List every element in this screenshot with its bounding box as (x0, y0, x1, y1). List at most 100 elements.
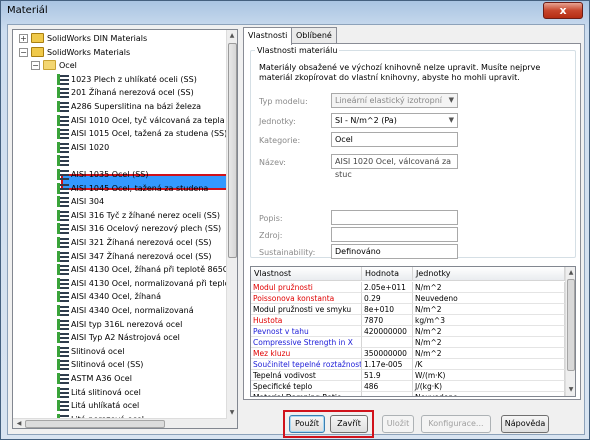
tree-vertical-scrollbar[interactable]: ▲ ▼ (226, 30, 237, 428)
source-label: Zdroj: (259, 231, 283, 240)
cell-unit: Neuvedeno (413, 392, 565, 396)
cell-value: 350000000 (362, 348, 413, 359)
category-field[interactable]: Ocel (331, 132, 458, 147)
table-scroll-up-icon[interactable]: ▲ (566, 267, 575, 278)
table-row[interactable]: Součinitel tepelné roztažnosti 1.17e-005/… (251, 359, 565, 370)
name-label: Název: (259, 158, 286, 167)
material-icon (57, 223, 69, 235)
library-icon (31, 46, 44, 57)
apply-button[interactable]: Použít (289, 415, 325, 433)
group-title: Vlastnosti materiálu (255, 46, 340, 55)
table-row[interactable]: Poissonova konstanta 0.29 Neuvedeno (251, 293, 565, 304)
material-icon (57, 291, 69, 303)
collapse-icon[interactable]: − (31, 61, 40, 71)
dropdown-arrow-icon: ▼ (448, 116, 454, 124)
scroll-up-arrow-icon[interactable]: ▲ (227, 30, 237, 41)
expand-icon[interactable]: + (19, 34, 28, 43)
source-field[interactable] (331, 227, 458, 242)
scroll-down-arrow-icon[interactable]: ▼ (227, 407, 237, 418)
help-button[interactable]: Nápověda (501, 415, 549, 433)
material-icon (57, 345, 69, 357)
tree-horizontal-scrollbar[interactable]: ◀ (13, 418, 227, 428)
tree-scroll-thumb[interactable] (228, 43, 237, 258)
material-icon (57, 155, 69, 167)
save-button[interactable]: Uložit (382, 415, 414, 433)
material-icon (57, 373, 69, 384)
material-icon (57, 141, 69, 153)
table-scroll-down-icon[interactable]: ▼ (566, 384, 575, 395)
config-button[interactable]: Konfigurace... (421, 415, 491, 433)
material-icon (57, 386, 69, 398)
cell-name: Poissonova konstanta (251, 293, 362, 304)
material-icon (57, 114, 69, 126)
sustainability-label: Sustainability: (259, 248, 316, 257)
category-label: Kategorie: (259, 136, 301, 145)
scroll-left-arrow-icon[interactable]: ◀ (14, 418, 24, 428)
description-field[interactable] (331, 210, 458, 225)
dropdown-arrow-icon: ▼ (448, 96, 454, 104)
table-row[interactable]: Modul pružnosti ve smyku 8e+010 N/m^2 (251, 304, 565, 315)
material-icon (57, 209, 69, 221)
table-row[interactable]: Modul pružnosti 2.05e+011 N/m^2 (251, 282, 565, 293)
cell-unit: N/m^2 (413, 337, 565, 348)
close-window-button[interactable]: x (543, 2, 583, 19)
cell-name: Mez kluzu (251, 348, 362, 359)
cell-unit: kg/m^3 (413, 315, 565, 326)
table-row[interactable]: Tepelná vodivost 51.9 W/(m·K) (251, 370, 565, 381)
material-icon (57, 196, 69, 208)
table-row[interactable]: Hustota 7870 kg/m^3 (251, 315, 565, 326)
table-scroll-thumb[interactable] (567, 279, 575, 371)
model-type-label: Typ modelu: (259, 97, 308, 106)
cell-value: 8e+010 (362, 304, 413, 315)
material-icon (57, 182, 69, 194)
header-property[interactable]: Vlastnost (251, 267, 362, 281)
material-icon (57, 264, 69, 276)
material-icon (57, 169, 69, 180)
tab-properties[interactable]: Vlastnosti (243, 27, 293, 45)
table-row[interactable]: Specifické teplo 486 J/(kg·K) (251, 381, 565, 392)
material-icon (57, 73, 69, 85)
cell-name: Tepelná vodivost (251, 370, 362, 381)
material-icon (57, 332, 69, 344)
close-button[interactable]: Zavřít (330, 415, 368, 433)
info-text: Materiály obsažené ve výchozí knihovně n… (259, 63, 541, 82)
cell-value: 486 (362, 381, 413, 392)
collapse-icon[interactable]: − (19, 47, 28, 57)
dialog-client: + SolidWorks DIN Materials − SolidWorks Mat… (7, 24, 585, 438)
material-dialog: Materiál x + SolidWorks DIN Materials − Sol… (0, 0, 590, 440)
cell-unit: N/m^2 (413, 282, 565, 293)
material-icon (57, 87, 69, 99)
material-properties-group: Vlastnosti materiálu Materiály obsažené … (250, 46, 576, 259)
header-units[interactable]: Jednotky (413, 267, 565, 281)
title-bar: Materiál x (1, 1, 589, 23)
material-tree[interactable]: + SolidWorks DIN Materials − SolidWorks Mat… (12, 29, 238, 429)
cell-value (362, 337, 413, 348)
table-row[interactable]: Compressive Strength in X N/m^2 (251, 337, 565, 348)
cell-unit: /K (413, 359, 565, 370)
cell-name: Modul pružnosti (251, 282, 362, 293)
folder-icon (43, 60, 56, 71)
table-row[interactable]: Material Damping Ratio Neuvedeno (251, 392, 565, 396)
cell-unit: W/(m·K) (413, 370, 565, 381)
cell-value: 7870 (362, 315, 413, 326)
tab-favorites[interactable]: Oblíbené položky (291, 27, 337, 55)
table-row[interactable]: Mez kluzu 350000000 N/m^2 (251, 348, 565, 359)
cell-unit: N/m^2 (413, 348, 565, 359)
property-table[interactable]: Vlastnost Hodnota Jednotky Modul pružnos… (250, 266, 576, 397)
cell-value (362, 392, 413, 396)
units-value: SI - N/m^2 (Pa) (335, 116, 397, 125)
model-type-value: Lineární elastický izotropní (335, 96, 442, 105)
material-icon (57, 101, 69, 112)
properties-panel: Vlastnosti materiálu Materiály obsažené … (243, 43, 581, 400)
library-icon (31, 33, 44, 43)
material-icon (57, 305, 69, 316)
header-value[interactable]: Hodnota (362, 267, 413, 281)
tree-hscroll-thumb[interactable] (25, 420, 165, 428)
table-row[interactable]: Pevnost v tahu 420000000 N/m^2 (251, 326, 565, 337)
cell-value: 2.05e+011 (362, 282, 413, 293)
units-select[interactable]: SI - N/m^2 (Pa) ▼ (331, 113, 458, 128)
name-field[interactable]: AISI 1020 Ocel, válcovaná za stuc (331, 154, 458, 179)
table-vertical-scrollbar[interactable]: ▲ ▼ (565, 267, 575, 396)
sustainability-field[interactable]: Definováno (331, 244, 458, 259)
material-icon (57, 277, 69, 289)
